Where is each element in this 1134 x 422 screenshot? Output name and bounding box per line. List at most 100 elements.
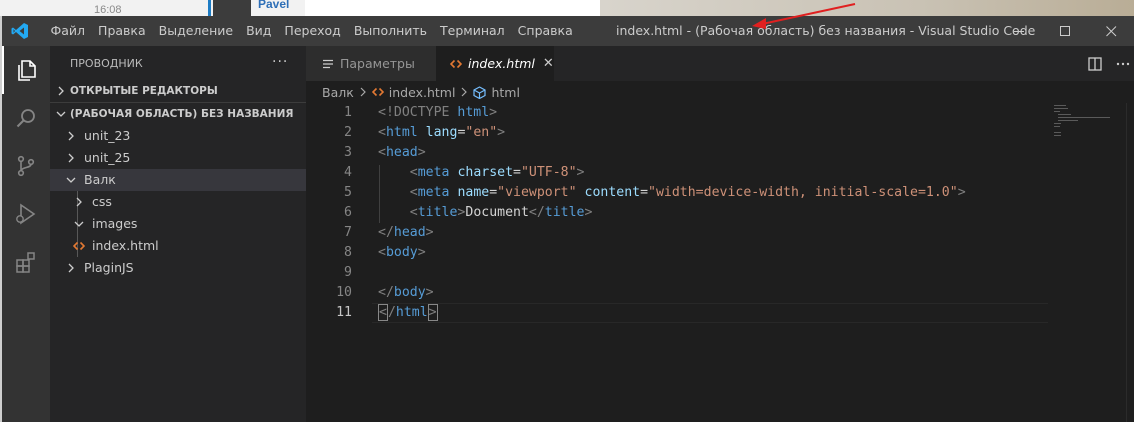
tree-item-label: Валк bbox=[84, 172, 116, 187]
menu-bar: Файл Правка Выделение Вид Переход Выполн… bbox=[44, 16, 579, 46]
code-token: < bbox=[409, 205, 418, 220]
close-icon bbox=[1105, 25, 1116, 36]
tab-settings[interactable]: Параметры bbox=[306, 46, 436, 81]
tree-item-index-html[interactable]: index.html bbox=[50, 235, 306, 257]
menu-view[interactable]: Вид bbox=[240, 16, 278, 46]
breadcrumb-folder[interactable]: Валк bbox=[322, 85, 354, 100]
code-token: head bbox=[385, 145, 418, 160]
close-button[interactable] bbox=[1088, 16, 1134, 46]
minimap[interactable] bbox=[1054, 103, 1134, 422]
settings-file-icon bbox=[323, 59, 333, 68]
code-token: body bbox=[393, 285, 426, 300]
tree-item-valk[interactable]: Валк bbox=[50, 169, 306, 191]
code-line: <!DOCTYPE html> bbox=[378, 103, 497, 123]
tab-index-html[interactable]: index.html ✕ bbox=[436, 46, 554, 81]
tree-item-css[interactable]: css bbox=[50, 191, 306, 213]
breadcrumb-symbol[interactable]: html bbox=[491, 85, 519, 100]
code-token: = bbox=[489, 185, 498, 200]
code-token: < bbox=[409, 185, 418, 200]
maximize-button[interactable] bbox=[1042, 16, 1088, 46]
code-token: > bbox=[425, 225, 434, 240]
code-token: <!DOCTYPE bbox=[378, 105, 458, 120]
code-token: Document bbox=[465, 205, 529, 220]
tree-item-unit-23[interactable]: unit_23 bbox=[50, 125, 306, 147]
code-token: head bbox=[393, 225, 426, 240]
code-token: meta bbox=[417, 185, 450, 200]
tree-item-plaginjs[interactable]: PlaginJS bbox=[50, 257, 306, 279]
menu-go[interactable]: Переход bbox=[278, 16, 347, 46]
explorer-sidebar: ПРОВОДНИК ··· ОТКРЫТЫЕ РЕДАКТОРЫ (РАБОЧА… bbox=[50, 46, 306, 422]
tab-close-button[interactable]: ✕ bbox=[543, 56, 554, 71]
background-photo bbox=[600, 0, 1134, 16]
tree-item-unit-25[interactable]: unit_25 bbox=[50, 147, 306, 169]
workspace-section[interactable]: (РАБОЧАЯ ОБЛАСТЬ) БЕЗ НАЗВАНИЯ bbox=[50, 103, 306, 125]
code-token: < bbox=[409, 165, 418, 180]
code-editor[interactable]: 1 2 3 4 5 6 7 8 9 10 11 <!DOCTYPE html> <html lang=… bbox=[306, 103, 1134, 422]
minimap-line bbox=[1058, 114, 1071, 115]
code-token: > bbox=[427, 304, 438, 321]
html-file-icon bbox=[450, 59, 462, 68]
line-number: 8 bbox=[344, 245, 352, 260]
open-editors-label: ОТКРЫТЫЕ РЕДАКТОРЫ bbox=[70, 85, 218, 97]
menu-file[interactable]: Файл bbox=[44, 16, 92, 46]
code-line: </body> bbox=[378, 283, 434, 303]
minimap-line bbox=[1054, 126, 1060, 127]
open-editors-section[interactable]: ОТКРЫТЫЕ РЕДАКТОРЫ bbox=[50, 80, 306, 102]
code-token: title bbox=[417, 205, 458, 220]
chevron-down-icon bbox=[66, 177, 76, 183]
chevron-right-icon bbox=[76, 197, 82, 207]
code-token: > bbox=[957, 185, 966, 200]
chevron-right-icon bbox=[58, 86, 64, 96]
code-token: < bbox=[378, 245, 386, 260]
code-token: = bbox=[513, 165, 521, 180]
code-token: "en" bbox=[465, 125, 498, 140]
activity-source-control[interactable] bbox=[2, 142, 50, 190]
sidebar-title: ПРОВОДНИК bbox=[70, 57, 143, 70]
code-line: <title>Document</title> bbox=[378, 203, 593, 223]
minimap-line bbox=[1054, 132, 1061, 133]
tree-item-label: css bbox=[92, 194, 112, 209]
background-author-name: Pavel bbox=[258, 0, 290, 11]
minimize-button[interactable] bbox=[996, 16, 1042, 46]
breadcrumb-file[interactable]: index.html bbox=[389, 85, 456, 100]
more-icon bbox=[1116, 62, 1130, 65]
code-token: lang bbox=[425, 125, 458, 140]
breadcrumb: Валк index.html html bbox=[306, 81, 1134, 103]
menu-selection[interactable]: Выделение bbox=[152, 16, 239, 46]
code-token: < bbox=[378, 145, 386, 160]
tree-item-images[interactable]: images bbox=[50, 213, 306, 235]
overview-ruler[interactable] bbox=[1126, 103, 1134, 422]
code-token: > bbox=[489, 105, 498, 120]
code-token: charset bbox=[457, 165, 514, 180]
code-token: < bbox=[378, 125, 386, 140]
chevron-right-icon bbox=[68, 153, 74, 163]
activity-extensions[interactable] bbox=[2, 238, 50, 286]
menu-help[interactable]: Справка bbox=[511, 16, 579, 46]
minimap-line bbox=[1058, 120, 1078, 121]
code-token: > bbox=[584, 205, 593, 220]
line-number: 2 bbox=[344, 125, 352, 140]
menu-edit[interactable]: Правка bbox=[92, 16, 153, 46]
minimap-line bbox=[1054, 123, 1061, 124]
activity-run-debug[interactable] bbox=[2, 190, 50, 238]
code-line: <meta name="viewport" content="width=dev… bbox=[378, 183, 966, 203]
code-token: title bbox=[544, 205, 585, 220]
activity-bar bbox=[2, 46, 50, 422]
code-token: > bbox=[417, 145, 426, 160]
sidebar-more-actions[interactable]: ··· bbox=[272, 46, 288, 81]
split-editor-button[interactable] bbox=[1084, 46, 1106, 81]
activity-explorer[interactable] bbox=[2, 46, 50, 94]
window-title: index.html - (Рабочая область) без назва… bbox=[616, 23, 1036, 38]
html-file-icon bbox=[73, 241, 85, 251]
code-token: < bbox=[378, 304, 388, 321]
code-line: </head> bbox=[378, 223, 434, 243]
activity-search[interactable] bbox=[2, 94, 50, 142]
minimap-line bbox=[1054, 108, 1068, 109]
background-clock: 16:08 bbox=[94, 4, 122, 16]
menu-run[interactable]: Выполнить bbox=[347, 16, 433, 46]
menu-terminal[interactable]: Терминал bbox=[434, 16, 512, 46]
more-actions-button[interactable] bbox=[1112, 46, 1134, 81]
window-controls bbox=[996, 16, 1134, 46]
code-token: </ bbox=[378, 225, 394, 240]
